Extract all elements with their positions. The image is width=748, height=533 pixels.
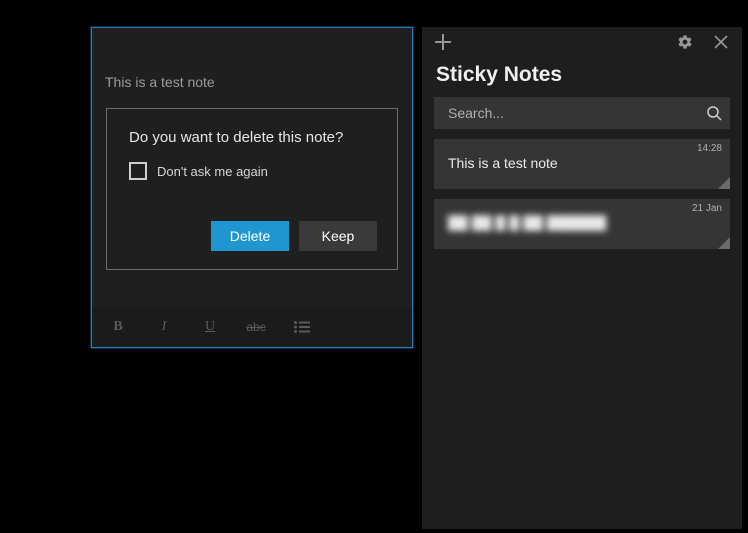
delete-button[interactable]: Delete	[211, 221, 289, 251]
note-preview: ██ ██ █ █ ██ ██████	[448, 215, 716, 231]
search-icon	[706, 105, 722, 121]
panel-title: Sticky Notes	[422, 57, 742, 91]
note-card[interactable]: 14:28 This is a test note	[434, 139, 730, 189]
settings-button[interactable]	[674, 31, 696, 53]
notes-list-panel: Sticky Notes 14:28 This is a test note 2	[422, 27, 742, 529]
close-panel-button[interactable]	[710, 31, 732, 53]
note-list: 14:28 This is a test note 21 Jan ██ ██ █…	[422, 139, 742, 249]
bullet-list-icon	[294, 321, 310, 333]
strikethrough-button[interactable]: abc	[244, 315, 268, 339]
dont-ask-again-row[interactable]: Don't ask me again	[129, 162, 377, 180]
search-field[interactable]	[434, 97, 730, 129]
search-input[interactable]	[434, 97, 730, 129]
note-timestamp: 21 Jan	[692, 203, 722, 214]
bullet-list-button[interactable]	[290, 315, 314, 339]
note-preview: This is a test note	[448, 155, 716, 171]
delete-confirm-dialog: Do you want to delete this note? Don't a…	[106, 108, 398, 270]
keep-button[interactable]: Keep	[299, 221, 377, 251]
note-card[interactable]: 21 Jan ██ ██ █ █ ██ ██████	[434, 199, 730, 249]
note-timestamp: 14:28	[697, 143, 722, 154]
underline-button[interactable]: U	[198, 315, 222, 339]
folded-corner-icon	[718, 237, 730, 249]
close-icon	[714, 35, 728, 49]
dialog-title: Do you want to delete this note?	[129, 129, 377, 146]
new-note-button[interactable]	[432, 31, 454, 53]
open-note: This is a test note Do you want to delet…	[91, 27, 413, 348]
note-content[interactable]: This is a test note	[105, 72, 399, 92]
bold-button[interactable]: B	[106, 315, 130, 339]
dont-ask-again-label: Don't ask me again	[157, 164, 268, 179]
gear-icon	[677, 34, 693, 50]
checkbox-icon[interactable]	[129, 162, 147, 180]
plus-icon	[435, 34, 451, 50]
italic-button[interactable]: I	[152, 315, 176, 339]
folded-corner-icon	[718, 177, 730, 189]
formatting-toolbar: B I U abc	[92, 307, 412, 347]
